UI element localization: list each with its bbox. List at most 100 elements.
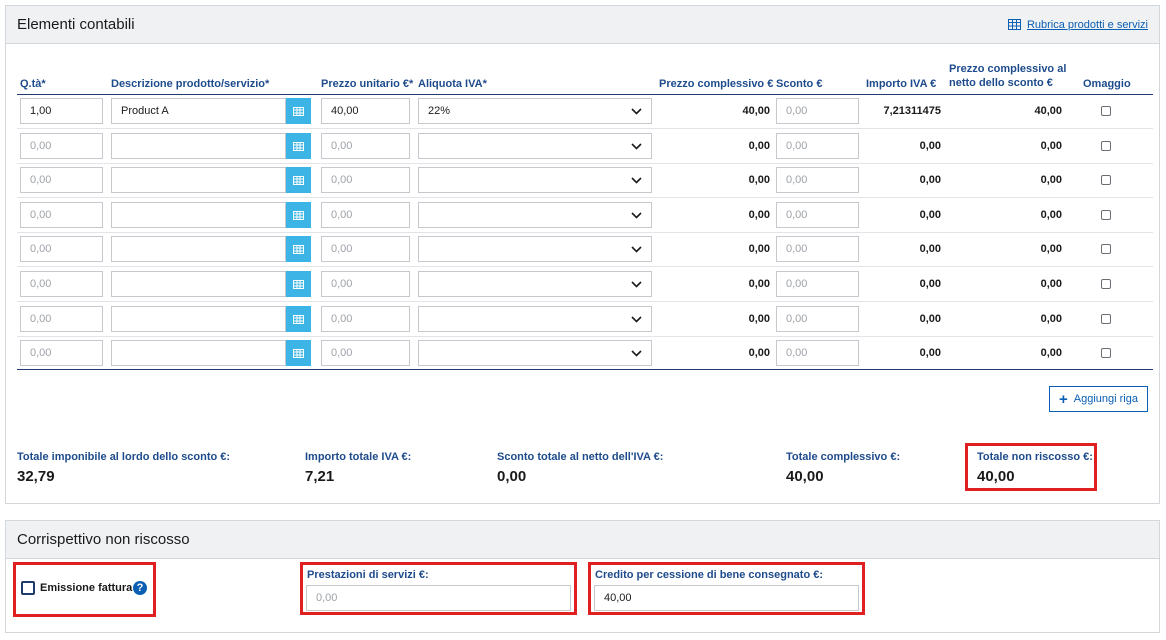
col-header-vat-rate: Aliquota IVA* [418, 78, 487, 90]
unit-price-input[interactable]: 0,00 [321, 133, 410, 159]
uncollected-total-label: Totale non riscosso €: [977, 451, 1093, 463]
qty-input[interactable]: 0,00 [20, 271, 103, 297]
vat-rate-select[interactable] [418, 202, 652, 228]
vat-rate-select[interactable] [418, 306, 652, 332]
row-divider [17, 197, 1153, 198]
description-input[interactable] [111, 271, 286, 297]
vat-rate-select[interactable] [418, 271, 652, 297]
gift-checkbox[interactable] [1101, 314, 1111, 324]
description-input[interactable] [111, 133, 286, 159]
col-header-net-total-line2: netto dello sconto € [949, 77, 1053, 89]
vat-rate-select[interactable] [418, 167, 652, 193]
add-row-button[interactable]: + Aggiungi riga [1049, 386, 1148, 412]
grid-icon [293, 348, 304, 358]
gift-checkbox[interactable] [1101, 141, 1111, 151]
net-total-value: 0,00 [1040, 313, 1062, 325]
description-input[interactable] [111, 167, 286, 193]
product-picker-button[interactable] [286, 202, 311, 228]
grid-icon [293, 244, 304, 254]
col-header-unit-price: Prezzo unitario €* [321, 78, 414, 90]
total-price-value: 0,00 [748, 140, 770, 152]
credit-input[interactable]: 40,00 [594, 585, 859, 611]
add-row-label: Aggiungi riga [1073, 393, 1138, 405]
gift-checkbox[interactable] [1101, 348, 1111, 358]
unit-price-input[interactable]: 0,00 [321, 167, 410, 193]
invoice-label: Emissione fattura [40, 582, 133, 594]
uncollected-total-value: 40,00 [977, 468, 1015, 485]
discount-input[interactable]: 0,00 [776, 340, 859, 366]
vat-rate-select[interactable] [418, 133, 652, 159]
gift-checkbox[interactable] [1101, 106, 1111, 116]
vat-rate-select[interactable]: 22% [418, 98, 652, 124]
unit-price-input[interactable]: 0,00 [321, 271, 410, 297]
unit-price-input[interactable]: 0,00 [321, 340, 410, 366]
unit-price-input[interactable]: 0,00 [321, 202, 410, 228]
qty-input[interactable]: 0,00 [20, 133, 103, 159]
qty-input[interactable]: 0,00 [20, 306, 103, 332]
qty-input[interactable]: 0,00 [20, 202, 103, 228]
description-input[interactable] [111, 202, 286, 228]
product-picker-button[interactable] [286, 340, 311, 366]
description-input[interactable]: Product A [111, 98, 286, 124]
net-total-value: 0,00 [1040, 140, 1062, 152]
unit-price-input[interactable]: 40,00 [321, 98, 410, 124]
invoice-checkbox[interactable] [21, 581, 35, 595]
uncollected-consideration-header: Corrispettivo non riscosso [6, 521, 1159, 559]
product-picker-button[interactable] [286, 306, 311, 332]
grid-icon [293, 141, 304, 151]
total-discount-label: Sconto totale al netto dell'IVA €: [497, 451, 664, 463]
chevron-down-icon [631, 245, 642, 253]
product-picker-button[interactable] [286, 271, 311, 297]
chevron-down-icon [631, 142, 642, 150]
services-label: Prestazioni di servizi €: [307, 569, 429, 581]
gift-checkbox[interactable] [1101, 175, 1111, 185]
total-price-value: 0,00 [748, 347, 770, 359]
grid-icon [293, 106, 304, 116]
total-price-value: 0,00 [748, 174, 770, 186]
grand-total-label: Totale complessivo €: [786, 451, 901, 463]
product-picker-button[interactable] [286, 167, 311, 193]
description-input[interactable] [111, 236, 286, 262]
discount-input[interactable]: 0,00 [776, 167, 859, 193]
gift-checkbox[interactable] [1101, 210, 1111, 220]
qty-input[interactable]: 0,00 [20, 340, 103, 366]
discount-input[interactable]: 0,00 [776, 133, 859, 159]
qty-input[interactable]: 0,00 [20, 236, 103, 262]
vat-rate-select[interactable] [418, 236, 652, 262]
description-input[interactable] [111, 340, 286, 366]
unit-price-input[interactable]: 0,00 [321, 236, 410, 262]
discount-input[interactable]: 0,00 [776, 271, 859, 297]
vat-amount-value: 0,00 [919, 313, 941, 325]
discount-input[interactable]: 0,00 [776, 306, 859, 332]
row-divider [17, 128, 1153, 129]
qty-input[interactable]: 1,00 [20, 98, 103, 124]
discount-input[interactable]: 0,00 [776, 236, 859, 262]
row-divider [17, 232, 1153, 233]
accounting-elements-panel: Elementi contabili Rubrica prodotti e se… [5, 5, 1160, 504]
discount-input[interactable]: 0,00 [776, 98, 859, 124]
qty-input[interactable]: 0,00 [20, 167, 103, 193]
vat-rate-select[interactable] [418, 340, 652, 366]
discount-input[interactable]: 0,00 [776, 202, 859, 228]
total-vat-label: Importo totale IVA €: [305, 451, 412, 463]
description-input[interactable] [111, 306, 286, 332]
net-total-value: 0,00 [1040, 174, 1062, 186]
total-price-value: 40,00 [742, 105, 770, 117]
product-picker-button[interactable] [286, 133, 311, 159]
net-total-value: 40,00 [1034, 105, 1062, 117]
vat-amount-value: 0,00 [919, 174, 941, 186]
total-price-value: 0,00 [748, 243, 770, 255]
col-header-total-price: Prezzo complessivo € [659, 78, 774, 90]
header-divider [17, 94, 1153, 95]
product-picker-button[interactable] [286, 236, 311, 262]
net-total-value: 0,00 [1040, 243, 1062, 255]
help-icon[interactable]: ? [133, 581, 147, 595]
unit-price-input[interactable]: 0,00 [321, 306, 410, 332]
product-directory-link[interactable]: Rubrica prodotti e servizi [1007, 19, 1148, 31]
services-input[interactable]: 0,00 [306, 585, 571, 611]
product-picker-button[interactable] [286, 98, 311, 124]
col-header-description: Descrizione prodotto/servizio* [111, 78, 270, 90]
total-vat-value: 7,21 [305, 468, 335, 485]
gift-checkbox[interactable] [1101, 279, 1111, 289]
gift-checkbox[interactable] [1101, 244, 1111, 254]
